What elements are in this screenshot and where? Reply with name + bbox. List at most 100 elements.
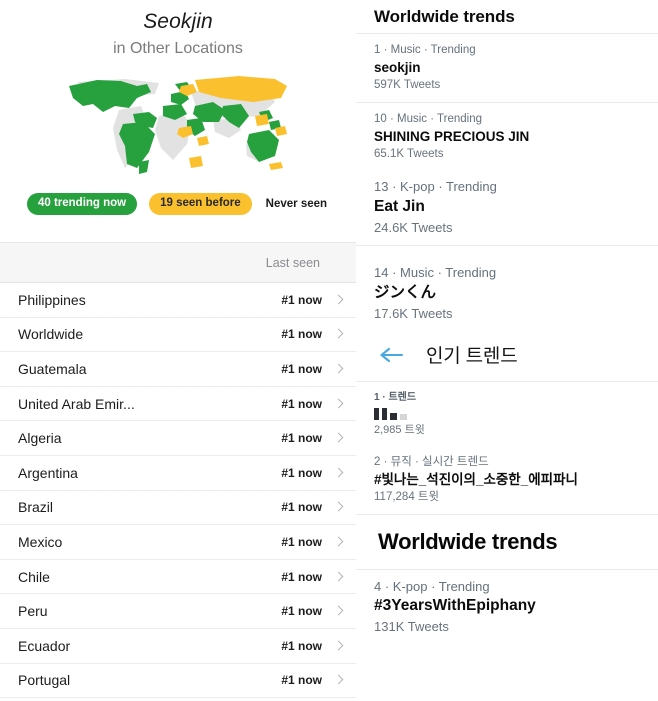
trend-tweet-count: 2,985 트윗	[374, 424, 425, 437]
location-name: Guatemala	[18, 360, 87, 377]
trend-meta: 10 · Music · Trending	[374, 112, 483, 125]
location-name: Peru	[18, 603, 48, 620]
chevron-right-icon[interactable]	[334, 570, 344, 584]
location-rank-status: #1 now	[281, 361, 322, 376]
trend-item[interactable]: 4 · K-pop · Trending #3YearsWithEpiphany 1…	[356, 570, 658, 644]
trend-meta: 13 · K-pop · Trending	[374, 179, 497, 195]
chevron-right-icon[interactable]	[334, 466, 344, 480]
table-row[interactable]: Brazil #1 now	[0, 490, 356, 526]
page-title: Seokjin	[143, 10, 213, 33]
location-name: Ecuador	[18, 637, 71, 654]
table-row[interactable]: Mexico #1 now	[0, 525, 356, 560]
trend-item[interactable]: 2 · 뮤직 · 실시간 트렌드 #빛나는_석진이의_소중한_에피파니 117,28…	[356, 446, 658, 514]
trend-name: seokjin	[374, 59, 421, 75]
locations-list: Philippines #1 now Worldwide #1 now Guatemal…	[0, 283, 356, 699]
location-name: Mexico	[18, 533, 63, 550]
trend-meta: 4 · K-pop · Trending	[374, 578, 490, 594]
chevron-right-icon[interactable]	[334, 500, 344, 514]
location-rank-status: #1 now	[281, 327, 322, 342]
trend-meta: 14 · Music · Trending	[374, 264, 497, 280]
table-row[interactable]: Philippines #1 now	[0, 283, 356, 318]
legend-never-seen: Never seen	[265, 197, 328, 210]
legend-trending-now: 40 trending now	[26, 193, 138, 215]
chevron-right-icon[interactable]	[334, 293, 344, 307]
trend-group-a: 1 · Music · Trending seokjin 597K Tweets	[356, 34, 658, 102]
table-row[interactable]: Worldwide #1 now	[0, 317, 356, 353]
location-name: Worldwide	[18, 326, 84, 343]
table-row[interactable]: Chile #1 now	[0, 559, 356, 595]
table-row[interactable]: Portugal #1 now	[0, 663, 356, 699]
table-row[interactable]: Ecuador #1 now	[0, 628, 356, 664]
redacted-glyph-block	[390, 413, 397, 421]
chevron-right-icon[interactable]	[334, 535, 344, 549]
world-map-container	[0, 71, 356, 181]
redacted-glyph-block	[382, 408, 387, 421]
trend-tweet-count: 131K Tweets	[374, 619, 449, 635]
trend-tweet-count: 17.6K Tweets	[374, 305, 453, 321]
location-rank-status: #1 now	[281, 396, 322, 411]
table-row[interactable]: Algeria #1 now	[0, 421, 356, 456]
hero-section: Seokjin in Other Locations	[0, 0, 356, 61]
map-legend: 40 trending now 19 seen before Never see…	[0, 193, 356, 215]
chevron-right-icon[interactable]	[334, 604, 344, 618]
trend-meta: 2 · 뮤직 · 실시간 트렌드	[374, 455, 489, 468]
location-name: Philippines	[18, 291, 86, 308]
chevron-right-icon[interactable]	[334, 362, 344, 376]
trend-item[interactable]: 1 · 트렌드 2,985 트윗	[356, 382, 658, 446]
location-name: United Arab Emir...	[18, 395, 135, 412]
worldwide-trends-header-1: Worldwide trends	[374, 7, 515, 26]
trend-item[interactable]: 14 · Music · Trending ジンくん 17.6K Tweets	[356, 256, 658, 330]
location-rank-status: #1 now	[281, 465, 322, 480]
redacted-trend-name	[374, 407, 658, 421]
trend-meta: 1 · Music · Trending	[374, 44, 476, 56]
table-row[interactable]: United Arab Emir... #1 now	[0, 386, 356, 422]
trending-locations-panel: Seokjin in Other Locations 40 trending n…	[0, 0, 356, 701]
trend-item[interactable]: 10 · Music · Trending SHINING PRECIOUS JI…	[356, 103, 658, 171]
trend-name: #3YearsWithEpiphany	[374, 597, 536, 615]
trend-group-b: 10 · Music · Trending SHINING PRECIOUS JI…	[356, 103, 658, 245]
location-rank-status: #1 now	[281, 638, 322, 653]
page-subtitle: in Other Locations	[113, 40, 243, 57]
chevron-right-icon[interactable]	[334, 327, 344, 341]
table-row[interactable]: Peru #1 now	[0, 594, 356, 629]
trend-tweet-count: 65.1K Tweets	[374, 147, 444, 160]
table-row[interactable]: Argentina #1 now	[0, 455, 356, 491]
trend-name: ジンくん	[374, 283, 437, 301]
trend-name: #빛나는_석진이의_소중한_에피파니	[374, 471, 578, 487]
trend-name: SHINING PRECIOUS JIN	[374, 128, 530, 144]
korean-trends-header: 인기 트렌드	[356, 330, 658, 381]
location-rank-status: #1 now	[281, 569, 322, 584]
chevron-right-icon[interactable]	[334, 639, 344, 653]
location-name: Brazil	[18, 499, 54, 516]
trend-group-korean: 1 · 트렌드 2,985 트윗 2 · 뮤직 · 실시간 트렌드 #빛나는_석진이의…	[356, 382, 658, 514]
location-rank-status: #1 now	[281, 673, 322, 688]
location-name: Portugal	[18, 672, 71, 689]
location-rank-status: #1 now	[281, 604, 322, 619]
table-row[interactable]: Guatemala #1 now	[0, 352, 356, 387]
trend-tweet-count: 597K Tweets	[374, 79, 441, 92]
trend-name: Eat Jin	[374, 198, 425, 216]
location-name: Chile	[18, 568, 50, 585]
location-name: Argentina	[18, 464, 78, 481]
location-name: Algeria	[18, 430, 62, 447]
trend-tweet-count: 117,284 트윗	[374, 491, 440, 504]
location-rank-status: #1 now	[281, 534, 322, 549]
chevron-right-icon[interactable]	[334, 397, 344, 411]
trend-item[interactable]: 1 · Music · Trending seokjin 597K Tweets	[356, 34, 658, 102]
trends-panel: Worldwide trends 1 · Music · Trending seo…	[356, 0, 658, 701]
chevron-right-icon[interactable]	[334, 431, 344, 445]
location-rank-status: #1 now	[281, 292, 322, 307]
locations-table-header: Last seen	[0, 242, 356, 283]
trend-group-d: 4 · K-pop · Trending #3YearsWithEpiphany 1…	[356, 570, 658, 644]
legend-seen-before: 19 seen before	[149, 193, 252, 215]
trend-group-c: 14 · Music · Trending ジンくん 17.6K Tweets	[356, 256, 658, 330]
chevron-right-icon[interactable]	[334, 673, 344, 687]
worldwide-trends-header-2: Worldwide trends	[378, 528, 558, 554]
redacted-glyph-block	[400, 414, 407, 421]
back-arrow-icon[interactable]	[378, 345, 404, 365]
location-rank-status: #1 now	[281, 431, 322, 446]
trend-item[interactable]: 13 · K-pop · Trending Eat Jin 24.6K Tweets	[356, 170, 658, 244]
redacted-glyph-block	[374, 408, 379, 421]
korean-trends-title: 인기 트렌드	[426, 346, 518, 368]
